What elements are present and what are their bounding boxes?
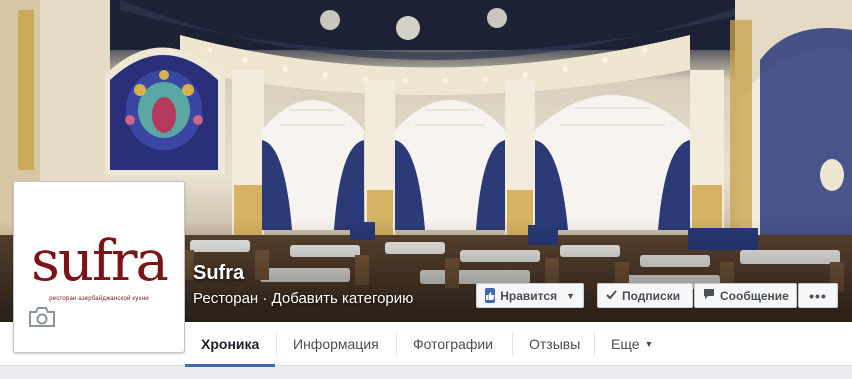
message-label: Сообщение xyxy=(720,288,789,303)
ellipsis-icon: ••• xyxy=(809,287,827,304)
page-title: Sufra xyxy=(193,262,245,284)
like-label: Нравится xyxy=(500,288,558,303)
tab-label: Еще xyxy=(611,336,640,352)
logo-wordmark: sufra xyxy=(31,229,169,294)
follow-button[interactable]: Подписки xyxy=(597,283,693,308)
tab-label: Отзывы xyxy=(529,336,581,352)
tab-reviews[interactable]: Отзывы xyxy=(513,322,596,366)
camera-icon[interactable] xyxy=(28,306,62,334)
more-options-button[interactable]: ••• xyxy=(798,283,838,308)
page-category[interactable]: Ресторан · Добавить категорию xyxy=(193,290,413,307)
message-bubble-icon xyxy=(703,288,715,303)
caret-down-icon: ▼ xyxy=(566,290,575,301)
tab-label: Хроника xyxy=(201,336,260,352)
follow-label: Подписки xyxy=(622,288,681,303)
message-button[interactable]: Сообщение xyxy=(694,283,797,308)
checkmark-icon xyxy=(606,289,617,303)
thumbs-up-icon xyxy=(485,288,496,303)
tab-timeline[interactable]: Хроника xyxy=(185,322,276,367)
tab-more[interactable]: Еще ▼ xyxy=(595,322,669,366)
profile-picture-frame[interactable]: sufra ресторан азербайджанской кухни xyxy=(13,181,185,353)
facebook-page-header: Sufra Ресторан · Добавить категорию Нрав… xyxy=(0,0,852,379)
logo-tagline: ресторан азербайджанской кухни xyxy=(49,296,149,302)
tab-photos[interactable]: Фотографии xyxy=(397,322,509,366)
tab-label: Фотографии xyxy=(413,336,494,352)
tab-label: Информация xyxy=(293,336,379,352)
like-button[interactable]: Нравится ▼ xyxy=(476,283,584,308)
tab-about[interactable]: Информация xyxy=(277,322,395,366)
caret-down-icon: ▼ xyxy=(644,339,654,349)
